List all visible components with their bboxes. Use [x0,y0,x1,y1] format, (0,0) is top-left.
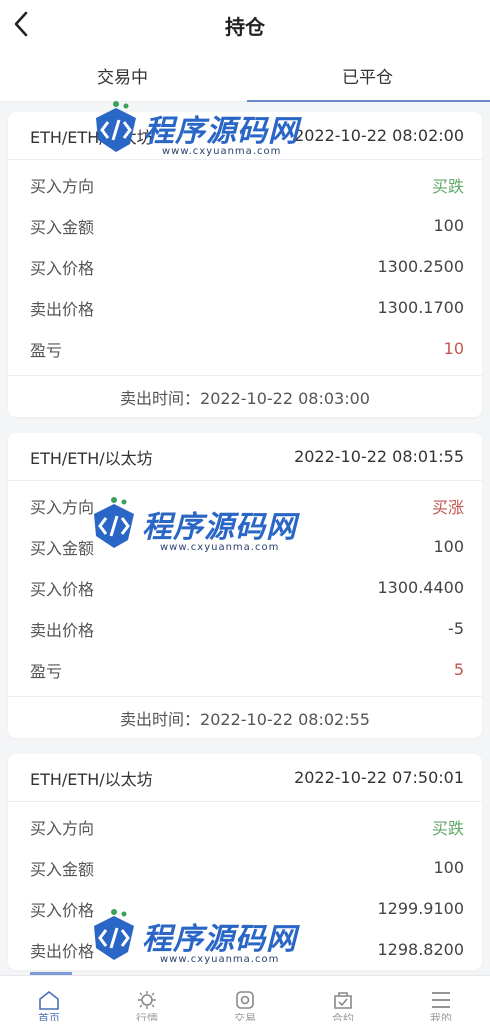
market-icon [138,991,156,1009]
row-label: 买入金额 [30,538,95,558]
status-tabs: 交易中 已平仓 [0,50,490,102]
contract-icon [334,992,352,1009]
row-label: 卖出价格 [30,620,95,640]
tabbar-item-market[interactable]: 行情 [98,976,196,1024]
row-amount: 买入金额 100 [8,526,482,567]
tabbar-item-contract[interactable]: 合约 [294,976,392,1024]
pnl-value: 5 [453,660,464,679]
back-button[interactable] [6,9,36,39]
row-label: 盈亏 [30,661,63,681]
bottom-tabbar: 首页 行情 交易 合约 我的 [0,975,490,1024]
row-amount: 买入金额 100 [8,847,482,888]
symbol-label: ETH/ETH/以太坊 [30,769,153,789]
tabbar-label: 行情 [136,1013,158,1021]
row-label: 买入价格 [30,258,95,278]
row-sell-price: 卖出价格 1298.8200 [8,929,482,970]
buy-price-value: 1300.2500 [377,257,464,276]
symbol-label: ETH/ETH/以太坊 [30,448,153,468]
row-label: 买入金额 [30,859,95,879]
row-direction: 买入方向 买跌 [8,806,482,847]
top-bar: 持仓 [0,0,490,50]
row-buy-price: 买入价格 1300.2500 [8,246,482,287]
trade-icon [236,991,254,1009]
sell-time: 卖出时间：2022-10-22 08:03:00 [8,375,482,417]
pnl-value: 10 [443,339,464,358]
row-pnl: 盈亏 10 [8,328,482,369]
position-list: ETH/ETH/以太坊 2022-10-22 08:02:00 买入方向 买跌 买… [8,112,482,986]
sell-price-value: 1300.1700 [377,298,464,317]
tabbar-item-home[interactable]: 首页 [0,976,98,1024]
row-label: 买入金额 [30,217,95,237]
open-time: 2022-10-22 07:50:01 [294,768,464,787]
sell-price-value: 1298.8200 [377,940,464,959]
row-label: 买入方向 [30,497,95,517]
sell-price-value: -5 [448,619,464,638]
card-header: ETH/ETH/以太坊 2022-10-22 08:02:00 [8,112,482,160]
card-header: ETH/ETH/以太坊 2022-10-22 07:50:01 [8,754,482,802]
open-time: 2022-10-22 08:01:55 [294,447,464,466]
row-sell-price: 卖出价格 -5 [8,608,482,649]
tabbar-label: 交易 [234,1013,256,1021]
sell-time: 卖出时间：2022-10-22 08:02:55 [8,696,482,738]
row-sell-price: 卖出价格 1300.1700 [8,287,482,328]
tab-closed[interactable]: 已平仓 [245,50,490,102]
row-amount: 买入金额 100 [8,205,482,246]
row-label: 买入方向 [30,176,95,196]
symbol-label: ETH/ETH/以太坊 [30,127,153,147]
buy-price-value: 1300.4400 [377,578,464,597]
tab-trading[interactable]: 交易中 [0,50,245,101]
amount-value: 100 [433,858,464,877]
tabbar-label: 合约 [332,1013,354,1021]
row-label: 卖出价格 [30,299,95,319]
amount-value: 100 [433,537,464,556]
position-card[interactable]: ETH/ETH/以太坊 2022-10-22 07:50:01 买入方向 买跌 买… [8,754,482,970]
tabbar-item-mine[interactable]: 我的 [392,976,490,1024]
row-label: 盈亏 [30,340,63,360]
row-direction: 买入方向 买跌 [8,164,482,205]
direction-value: 买跌 [431,818,464,838]
row-label: 卖出价格 [30,941,95,961]
direction-value: 买涨 [431,497,464,517]
row-pnl: 盈亏 5 [8,649,482,690]
position-card[interactable]: ETH/ETH/以太坊 2022-10-22 08:01:55 买入方向 买涨 买… [8,433,482,738]
tabbar-label: 首页 [38,1013,60,1021]
page-title: 持仓 [225,14,265,39]
buy-price-value: 1299.9100 [377,899,464,918]
menu-icon [432,992,450,1008]
chevron-left-icon [14,11,28,37]
tabbar-item-trade[interactable]: 交易 [196,976,294,1024]
row-buy-price: 买入价格 1299.9100 [8,888,482,929]
open-time: 2022-10-22 08:02:00 [294,126,464,145]
card-header: ETH/ETH/以太坊 2022-10-22 08:01:55 [8,433,482,481]
position-card[interactable]: ETH/ETH/以太坊 2022-10-22 08:02:00 买入方向 买跌 买… [8,112,482,417]
row-direction: 买入方向 买涨 [8,485,482,526]
row-label: 买入价格 [30,579,95,599]
amount-value: 100 [433,216,464,235]
home-icon [39,990,59,1010]
row-label: 买入价格 [30,900,95,920]
tabbar-label: 我的 [430,1013,452,1021]
row-label: 买入方向 [30,818,95,838]
row-buy-price: 买入价格 1300.4400 [8,567,482,608]
direction-value: 买跌 [431,176,464,196]
